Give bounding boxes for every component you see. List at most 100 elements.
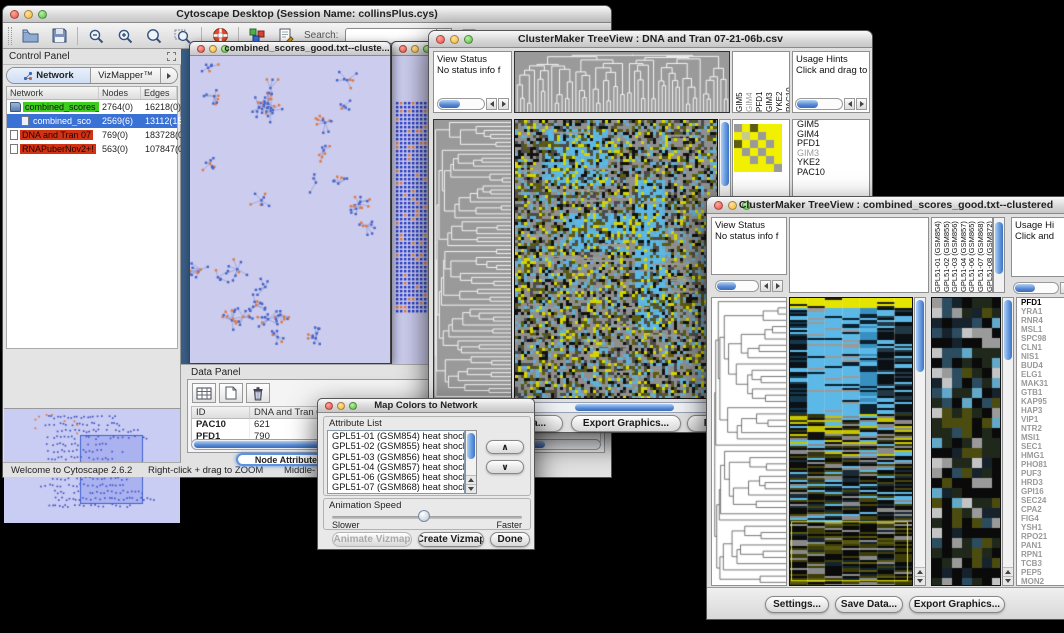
create-vizmap-button[interactable]: Create Vizmap xyxy=(418,532,484,547)
gene-label[interactable]: HRD3 xyxy=(1019,478,1064,487)
scroll-up-icon[interactable] xyxy=(466,475,476,484)
heatmap-view[interactable] xyxy=(514,119,718,399)
gene-label[interactable]: SEC24 xyxy=(1019,496,1064,505)
scroll-right-icon[interactable] xyxy=(498,98,509,110)
treeview2-titlebar[interactable]: ClusterMaker TreeView : combined_scores_… xyxy=(707,197,1064,214)
network-window1-titlebar[interactable]: combined_scores_good.txt--cluste... xyxy=(190,42,390,56)
network-row[interactable]: combined_sco 2569(6) 13112(15) xyxy=(7,114,177,128)
gene-label[interactable]: PFD1 xyxy=(1019,298,1064,307)
move-down-button[interactable]: ∨ xyxy=(486,460,524,474)
scroll-down-icon[interactable] xyxy=(466,484,476,493)
zoomed-heatmap-view[interactable] xyxy=(931,297,1001,586)
heatmap-canvas[interactable] xyxy=(515,120,717,398)
gene-label[interactable]: SPC98 xyxy=(1019,334,1064,343)
column-dendrogram-canvas[interactable] xyxy=(515,52,729,112)
column-labels-scrollbar[interactable] xyxy=(993,217,1005,293)
gene-label[interactable]: PUF3 xyxy=(1019,469,1064,478)
gene-label[interactable]: YSH1 xyxy=(1019,523,1064,532)
attribute-list-item[interactable]: GPL51-07 (GSM868) heat shock 60 min xyxy=(330,482,464,492)
treeview1-titlebar[interactable]: ClusterMaker TreeView : DNA and Tran 07-… xyxy=(429,31,872,48)
gene-label[interactable]: CPA2 xyxy=(1019,505,1064,514)
network-view-window-1[interactable]: combined_scores_good.txt--cluste... xyxy=(189,41,391,363)
attribute-list-item[interactable]: GPL51-03 (GSM856) heat shock 15 min xyxy=(330,452,464,462)
move-up-button[interactable]: ∧ xyxy=(486,440,524,454)
gene-label[interactable]: NIS1 xyxy=(1019,352,1064,361)
save-session-icon[interactable] xyxy=(48,26,70,46)
row-dendrogram[interactable] xyxy=(433,119,512,399)
network-canvas[interactable] xyxy=(190,56,390,363)
minimize-button[interactable] xyxy=(411,45,419,53)
gene-label[interactable]: FIG4 xyxy=(1019,514,1064,523)
main-titlebar[interactable]: Cytoscape Desktop (Session Name: collins… xyxy=(3,6,611,23)
gene-label[interactable]: PAC10 xyxy=(795,168,869,178)
scroll-left-icon[interactable] xyxy=(1060,282,1064,294)
gene-label[interactable]: MON2 xyxy=(1019,577,1064,586)
row-dendrogram-canvas[interactable] xyxy=(434,120,511,398)
gene-label[interactable]: HAP3 xyxy=(1019,406,1064,415)
speed-slider-thumb[interactable] xyxy=(418,510,430,522)
gene-label[interactable]: CLN1 xyxy=(1019,343,1064,352)
gene-label[interactable]: TCB3 xyxy=(1019,559,1064,568)
gene-label[interactable]: GPI16 xyxy=(1019,487,1064,496)
scroll-left-icon[interactable] xyxy=(760,280,771,292)
gene-label[interactable]: BUD4 xyxy=(1019,361,1064,370)
column-dendrogram-area[interactable] xyxy=(789,217,929,293)
gene-label[interactable]: PEP5 xyxy=(1019,568,1064,577)
gene-label[interactable]: YRA1 xyxy=(1019,307,1064,316)
save-data-button[interactable]: Save Data... xyxy=(835,596,903,613)
tab-network[interactable]: Network xyxy=(7,68,91,83)
view-status-scrollbar[interactable] xyxy=(437,97,509,110)
scrollbar-thumb[interactable] xyxy=(916,300,924,372)
network-row[interactable]: DNA and Tran 07 769(0) 183728(0) xyxy=(7,128,177,142)
settings-button[interactable]: Settings... xyxy=(765,596,829,613)
scroll-up-icon[interactable] xyxy=(915,567,925,576)
gene-label[interactable]: MSI1 xyxy=(1019,433,1064,442)
delete-attribute-icon[interactable] xyxy=(246,383,270,403)
gene-label[interactable]: SEC1 xyxy=(1019,442,1064,451)
scrollbar-thumb[interactable] xyxy=(467,433,475,459)
close-button[interactable] xyxy=(399,45,407,53)
scroll-down-icon[interactable] xyxy=(915,576,925,585)
gene-label[interactable]: MAK31 xyxy=(1019,379,1064,388)
network-row[interactable]: combined_scores_ 2764(0) 16218(0) xyxy=(7,100,177,114)
heatmap-canvas[interactable] xyxy=(790,298,912,585)
done-button[interactable]: Done xyxy=(490,532,530,547)
gene-label[interactable]: RNR4 xyxy=(1019,316,1064,325)
heatmap-view[interactable] xyxy=(789,297,913,586)
gene-label[interactable]: KAP95 xyxy=(1019,397,1064,406)
gene-label[interactable]: NTR2 xyxy=(1019,424,1064,433)
scrollbar-thumb[interactable] xyxy=(721,122,729,186)
heatmap-vscrollbar[interactable] xyxy=(914,297,926,586)
dialog-titlebar[interactable]: Map Colors to Network xyxy=(318,399,534,413)
usage-hints-scrollbar[interactable] xyxy=(795,97,867,110)
gene-label[interactable]: RPO21 xyxy=(1019,532,1064,541)
scroll-left-icon[interactable] xyxy=(486,98,497,110)
scroll-right-icon[interactable] xyxy=(772,280,783,292)
scroll-down-icon[interactable] xyxy=(1003,576,1013,585)
network-row[interactable]: RNAPuberNov2+! 563(0) 107847(0) xyxy=(7,142,177,156)
gene-label[interactable]: MSL1 xyxy=(1019,325,1064,334)
correlation-mini-heatmap[interactable] xyxy=(734,124,782,172)
heatmap-hscrollbar[interactable] xyxy=(514,402,731,413)
select-attributes-icon[interactable] xyxy=(192,383,216,403)
scroll-up-icon[interactable] xyxy=(1003,567,1013,576)
usage-hints-scrollbar[interactable] xyxy=(1013,281,1064,294)
toolbar-drag-handle[interactable] xyxy=(8,27,12,45)
attribute-list-item[interactable]: GPL51-06 (GSM865) heat shock 40 min xyxy=(330,472,464,482)
row-dendrogram-canvas[interactable] xyxy=(712,298,786,585)
attribute-list-scrollbar[interactable] xyxy=(465,430,477,494)
scrollbar-thumb[interactable] xyxy=(575,404,674,411)
scrollbar-thumb[interactable] xyxy=(995,222,1003,274)
gene-label[interactable]: RPN1 xyxy=(1019,550,1064,559)
tab-overflow-icon[interactable] xyxy=(161,68,177,83)
attribute-list-item[interactable]: GPL51-02 (GSM855) heat shock 10 min xyxy=(330,441,464,451)
export-graphics-button[interactable]: Export Graphics... xyxy=(571,415,681,432)
scroll-right-icon[interactable] xyxy=(856,98,867,110)
gene-label[interactable]: HMG1 xyxy=(1019,451,1064,460)
export-graphics-button[interactable]: Export Graphics... xyxy=(909,596,1005,613)
gene-label[interactable]: PAN1 xyxy=(1019,541,1064,550)
zoom-out-icon[interactable] xyxy=(85,26,107,46)
scrollbar-thumb[interactable] xyxy=(1004,300,1012,360)
attribute-list-item[interactable]: GPL51-01 (GSM854) heat shock 05 min xyxy=(330,431,464,441)
gene-label[interactable]: ELG1 xyxy=(1019,370,1064,379)
